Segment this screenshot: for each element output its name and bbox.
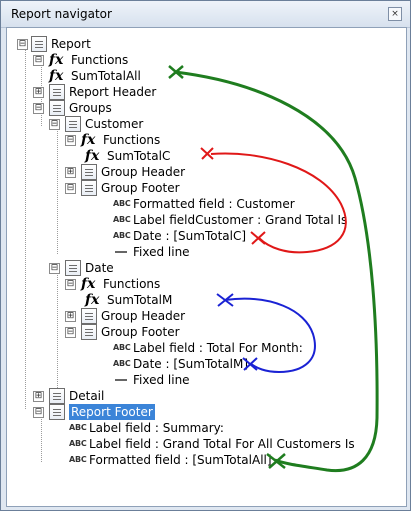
blue-annotation-curve xyxy=(224,297,316,374)
window-title: Report navigator xyxy=(11,7,112,21)
red-x-bottom xyxy=(250,231,266,245)
report-navigator-window: Report navigator × ⊟ Report ⊟ fx Functio… xyxy=(0,0,411,511)
annotation-overlay xyxy=(168,65,379,473)
close-icon[interactable]: × xyxy=(388,7,402,21)
red-annotation-curve xyxy=(210,152,347,254)
blue-x-bottom xyxy=(242,357,258,371)
green-annotation-curve xyxy=(174,70,379,473)
title-bar: Report navigator × xyxy=(1,1,410,28)
tree-pane: ⊟ Report ⊟ fx Functions fx SumTotalAll ⊞… xyxy=(6,27,407,507)
